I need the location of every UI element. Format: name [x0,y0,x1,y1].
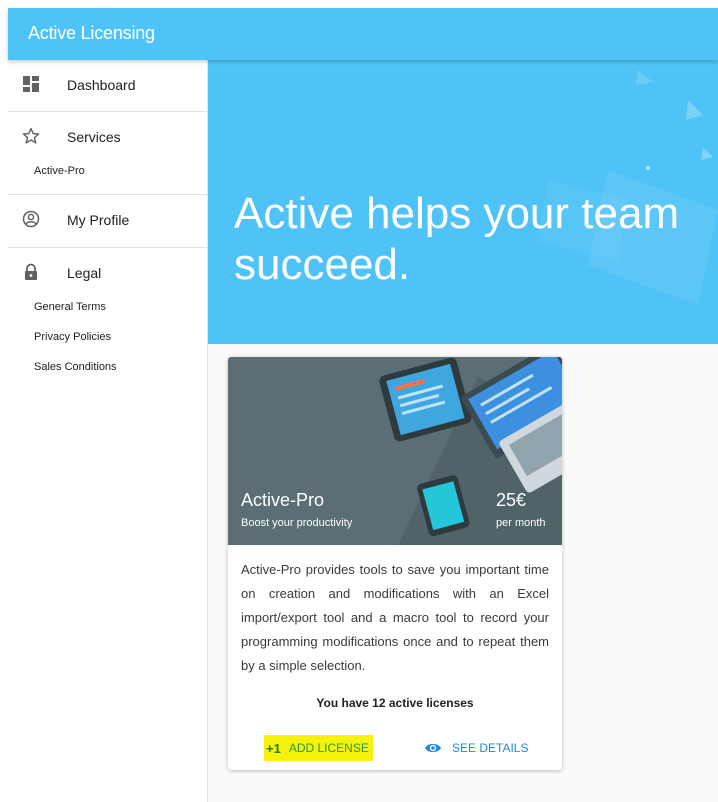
sidebar-item-services[interactable]: Services [8,112,207,162]
see-details-button[interactable]: SEE DETAILS [424,735,528,761]
card-subtitle: Boost your productivity [241,517,353,529]
card-description: Active-Pro provides tools to save you im… [241,562,549,673]
sidebar-subitem-privacy-policies[interactable]: Privacy Policies [34,331,111,343]
sidebar-item-label: Legal [67,265,102,281]
hero-banner: Active helps your team succeed. [208,60,718,344]
sidebar-subitem-active-pro[interactable]: Active-Pro [34,165,85,177]
app-title: Active Licensing [28,23,155,43]
card-media: Active-Pro Boost your productivity 25€ p… [228,357,562,545]
eye-icon [425,743,441,753]
sidebar-item-legal[interactable]: Legal [8,248,207,298]
star-outline-icon [22,127,40,144]
lock-icon [25,263,37,280]
add-license-button[interactable]: +1 ADD LICENSE [264,735,373,761]
sidebar-item-dashboard[interactable]: Dashboard [8,60,207,110]
add-license-label: ADD LICENSE [288,741,369,755]
card-price: 25€ [496,490,527,510]
product-card-active-pro: Active-Pro Boost your productivity 25€ p… [228,357,562,770]
sidebar-item-label: My Profile [67,212,130,228]
see-details-label: SEE DETAILS [452,741,529,755]
sidebar-subitem-sales-conditions[interactable]: Sales Conditions [34,361,117,373]
card-price-period: per month [496,517,546,529]
card-title: Active-Pro [241,490,325,510]
sidebar-item-my-profile[interactable]: My Profile [8,195,207,245]
dashboard-icon [23,76,39,92]
sidebar: Dashboard Services Active-Pro My Profile… [8,60,208,802]
sidebar-item-label: Dashboard [67,77,136,93]
sidebar-item-label: Services [67,129,121,145]
license-count-text: You have 12 active licenses [316,696,474,710]
sidebar-subitem-general-terms[interactable]: General Terms [34,301,106,313]
account-circle-icon [22,210,40,228]
plus-one-icon: +1 [266,740,281,756]
app-bar: Active Licensing [8,8,718,60]
hero-headline: Active helps your team succeed. [234,189,680,289]
